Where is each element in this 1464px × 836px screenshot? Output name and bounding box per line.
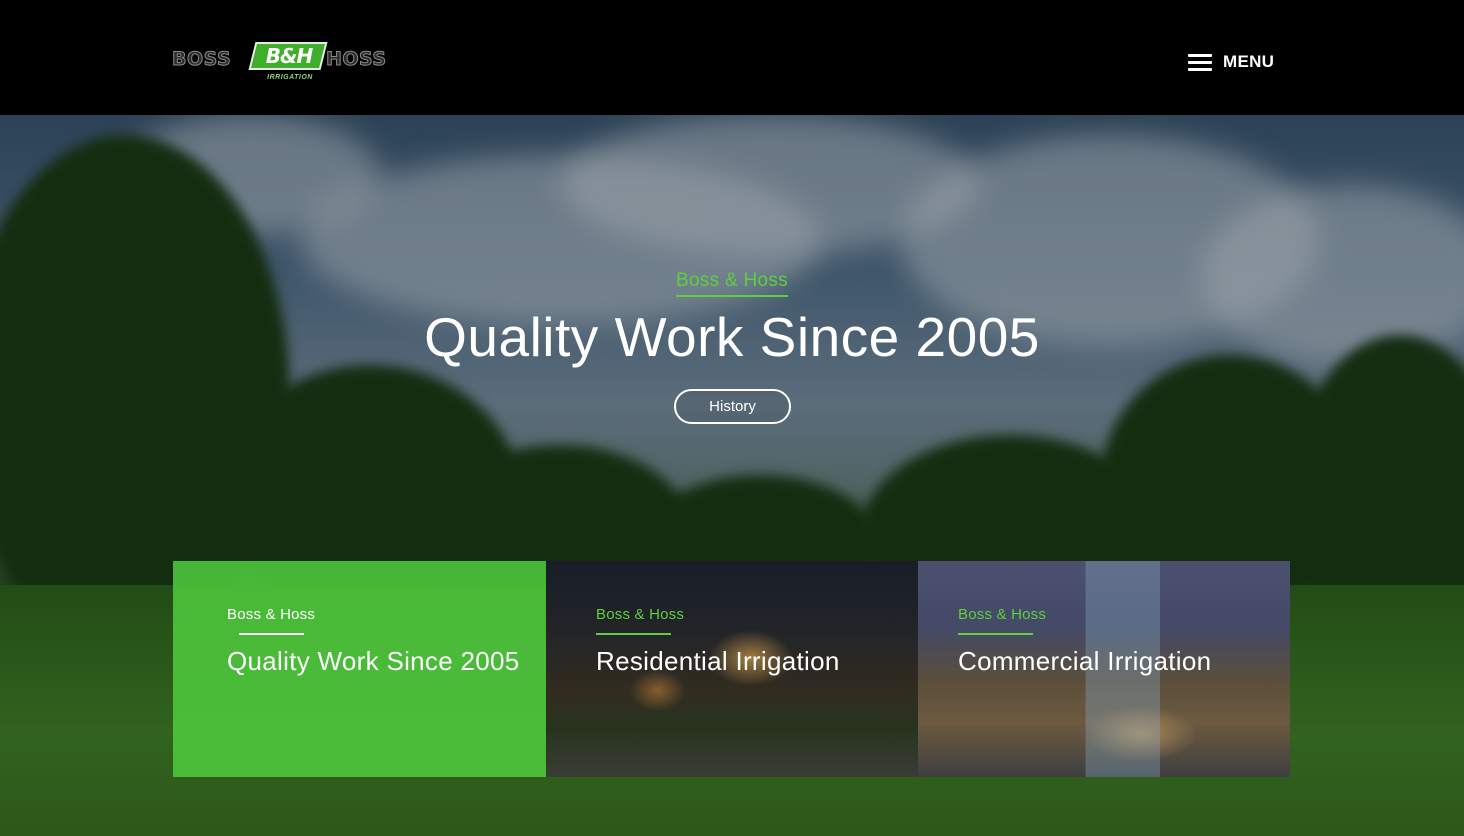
hero-eyebrow: Boss & Hoss — [675, 270, 789, 291]
card-divider — [596, 633, 671, 635]
card-title: Commercial Irrigation — [958, 646, 1212, 676]
card-residential-irrigation[interactable]: Boss & Hoss Residential Irrigation — [546, 561, 918, 777]
card-quality-work[interactable]: Boss & Hoss Quality Work Since 2005 — [173, 561, 546, 777]
boss-hoss-logo[interactable]: BOSS B&H HOSS IRRIGATION — [171, 40, 408, 86]
logo-word-right: HOSS — [326, 48, 387, 71]
history-button[interactable]: History — [674, 389, 791, 424]
logo-subtitle: IRRIGATION — [267, 74, 313, 81]
card-eyebrow: Boss & Hoss — [227, 606, 316, 623]
menu-label: MENU — [1223, 52, 1275, 71]
feature-cards: Boss & Hoss Quality Work Since 2005 Boss… — [173, 561, 1291, 777]
menu-button[interactable]: MENU — [1188, 48, 1274, 76]
hero-title: Quality Work Since 2005 — [424, 306, 1040, 368]
card-divider — [958, 633, 1033, 635]
card-eyebrow: Boss & Hoss — [596, 606, 685, 623]
page: BOSS B&H HOSS IRRIGATION MENU Boss & Hos… — [0, 0, 1464, 836]
card-title: Quality Work Since 2005 — [227, 646, 520, 676]
card-commercial-irrigation[interactable]: Boss & Hoss Commercial Irrigation — [918, 561, 1290, 777]
logo-word-left: BOSS — [171, 48, 232, 71]
card-eyebrow: Boss & Hoss — [958, 606, 1047, 623]
logo-badge-text: B&H — [265, 44, 313, 68]
hero-divider — [676, 295, 788, 297]
hamburger-icon — [1188, 54, 1212, 71]
card-title: Residential Irrigation — [596, 646, 840, 676]
card-divider — [239, 633, 304, 635]
site-header: BOSS B&H HOSS IRRIGATION MENU — [0, 0, 1464, 115]
